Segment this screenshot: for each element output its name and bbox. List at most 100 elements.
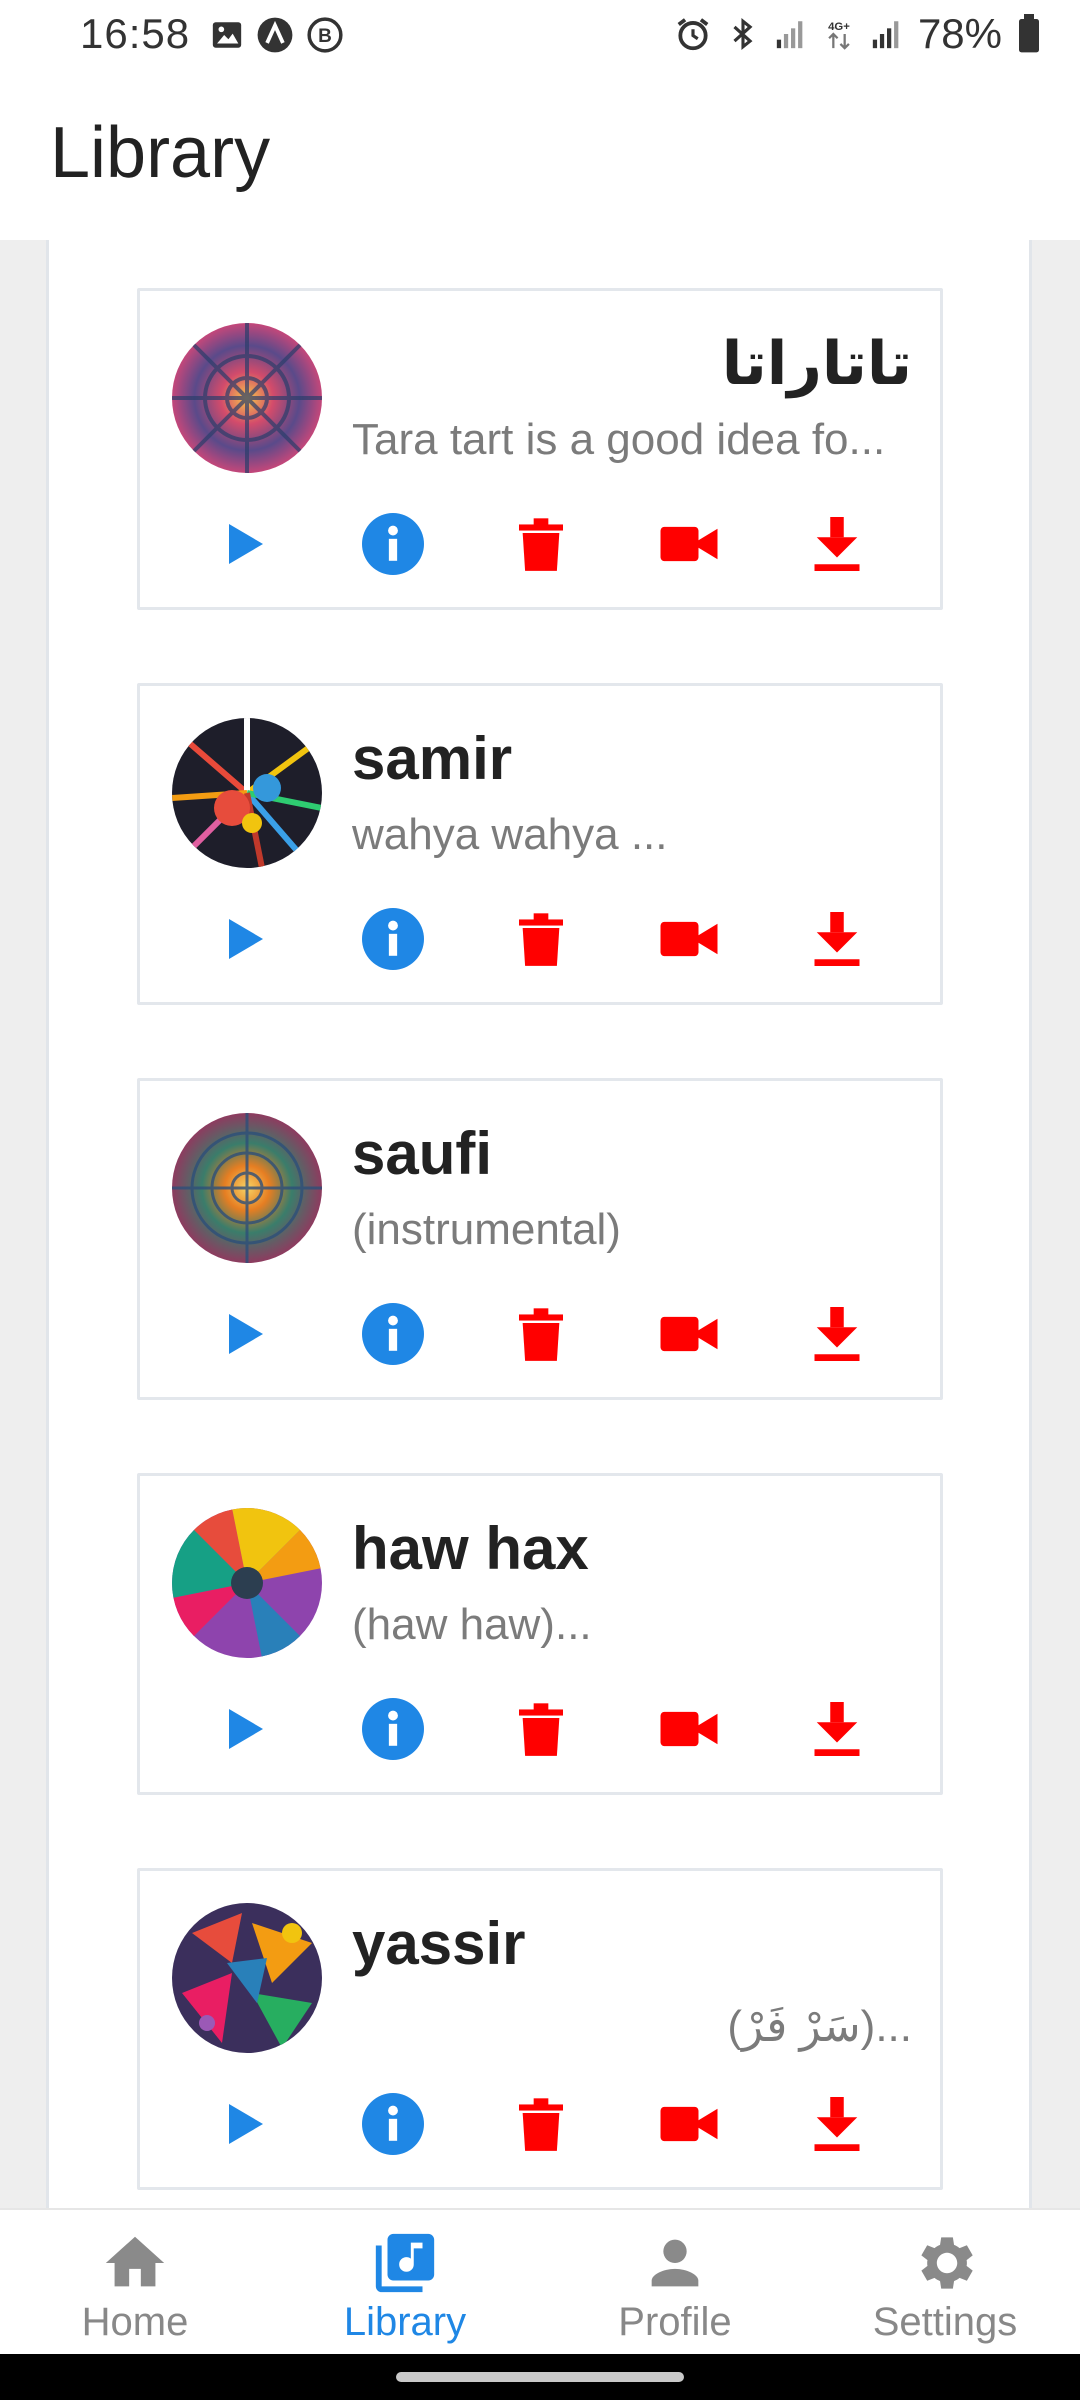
video-button[interactable] [654,1299,724,1369]
song-cover-art [172,323,322,473]
play-icon [229,919,263,959]
info-button[interactable] [358,1299,428,1369]
video-button[interactable] [654,904,724,974]
delete-button[interactable] [506,1299,576,1369]
video-button[interactable] [654,2089,724,2159]
info-button[interactable] [358,509,428,579]
app-bar: Library [0,72,1080,240]
nav-label-home: Home [81,2300,189,2344]
nav-item-settings[interactable]: Settings [810,2210,1080,2356]
download-button[interactable] [802,2089,872,2159]
song-title: haw hax [352,1515,589,1582]
info-icon [362,513,424,575]
trash-icon [519,1308,563,1361]
video-camera-icon [660,2106,718,2142]
info-icon [362,1303,424,1365]
nav-item-home[interactable]: Home [0,2210,270,2356]
trash-icon [519,2098,563,2151]
video-button[interactable] [654,509,724,579]
nav-label-settings: Settings [872,2300,1018,2344]
song-cover-art [172,718,322,868]
library-content[interactable]: تاتاراتا Tara tart is a good idea fo... [0,240,1080,2208]
download-button[interactable] [802,509,872,579]
delete-button[interactable] [506,2089,576,2159]
signal-2-icon [872,21,899,49]
play-button[interactable] [210,2089,280,2159]
nav-item-profile[interactable]: Profile [540,2210,810,2356]
song-card[interactable]: saufi (instrumental) [137,1078,943,1400]
gear-icon [921,2237,973,2289]
page-title: Library [50,113,271,193]
video-camera-icon [660,1711,718,1747]
download-button[interactable] [802,904,872,974]
trash-icon [519,518,563,571]
download-icon [814,912,860,966]
song-title: yassir [352,1910,526,1977]
play-icon [229,2104,263,2144]
song-title: saufi [352,1120,493,1187]
nav-item-library[interactable]: Library [270,2210,540,2356]
trash-icon [519,913,563,966]
delete-button[interactable] [506,1694,576,1764]
gallery-notification-icon [212,22,242,48]
play-icon [229,1314,263,1354]
delete-button[interactable] [506,509,576,579]
svg-text:B: B [318,26,332,47]
play-icon [229,1709,263,1749]
play-button[interactable] [210,904,280,974]
download-icon [814,1307,860,1361]
status-bar: 16:58 B 4G+ 78% [0,0,1080,72]
song-card[interactable]: yassir (سَرْ فَرْ)... [137,1868,943,2190]
nav-label-library: Library [343,2300,467,2344]
video-camera-icon [660,526,718,562]
song-subtitle: (سَرْ فَرْ)... [727,2002,912,2051]
song-title: samir [352,725,513,792]
delete-button[interactable] [506,904,576,974]
person-icon [651,2239,699,2287]
signal-icon [776,21,803,49]
app-notification-icon [257,17,293,53]
song-subtitle: (instrumental) [352,1205,621,1254]
song-actions [140,1299,940,1369]
info-icon [362,2093,424,2155]
info-icon [362,908,424,970]
download-icon [814,517,860,571]
bluetooth-icon [733,18,753,50]
chat-notification-icon: B [307,17,343,53]
song-card[interactable]: تاتاراتا Tara tart is a good idea fo... [137,288,943,610]
info-button[interactable] [358,1694,428,1764]
status-notification-icons: B [210,16,344,54]
download-button[interactable] [802,1694,872,1764]
info-button[interactable] [358,2089,428,2159]
trash-icon [519,1703,563,1756]
download-button[interactable] [802,1299,872,1369]
video-button[interactable] [654,1694,724,1764]
song-subtitle: Tara tart is a good idea fo... [352,415,886,464]
song-actions [140,904,940,974]
library-music-icon [375,2233,435,2293]
home-gesture-pill[interactable] [396,2372,684,2382]
song-card[interactable]: haw hax (haw haw)... [137,1473,943,1795]
song-card[interactable]: samir wahya wahya ... [137,683,943,1005]
mobile-data-icon: 4G+ [828,21,850,50]
play-button[interactable] [210,1694,280,1764]
song-subtitle: (haw haw)... [352,1600,592,1649]
song-actions [140,2089,940,2159]
song-title: تاتاراتا [721,330,912,397]
home-icon [105,2236,165,2287]
download-icon [814,1702,860,1756]
info-button[interactable] [358,904,428,974]
svg-text:4G+: 4G+ [828,21,850,33]
download-icon [814,2097,860,2151]
play-button[interactable] [210,509,280,579]
play-icon [229,524,263,564]
system-navigation-bar [0,2354,1080,2400]
song-cover-art [172,1113,322,1263]
status-system-icons: 4G+ 78% [674,10,1042,58]
battery-icon [1019,14,1039,53]
song-actions [140,1694,940,1764]
alarm-icon [677,18,709,51]
play-button[interactable] [210,1299,280,1369]
song-subtitle: wahya wahya ... [352,810,668,859]
info-icon [362,1698,424,1760]
